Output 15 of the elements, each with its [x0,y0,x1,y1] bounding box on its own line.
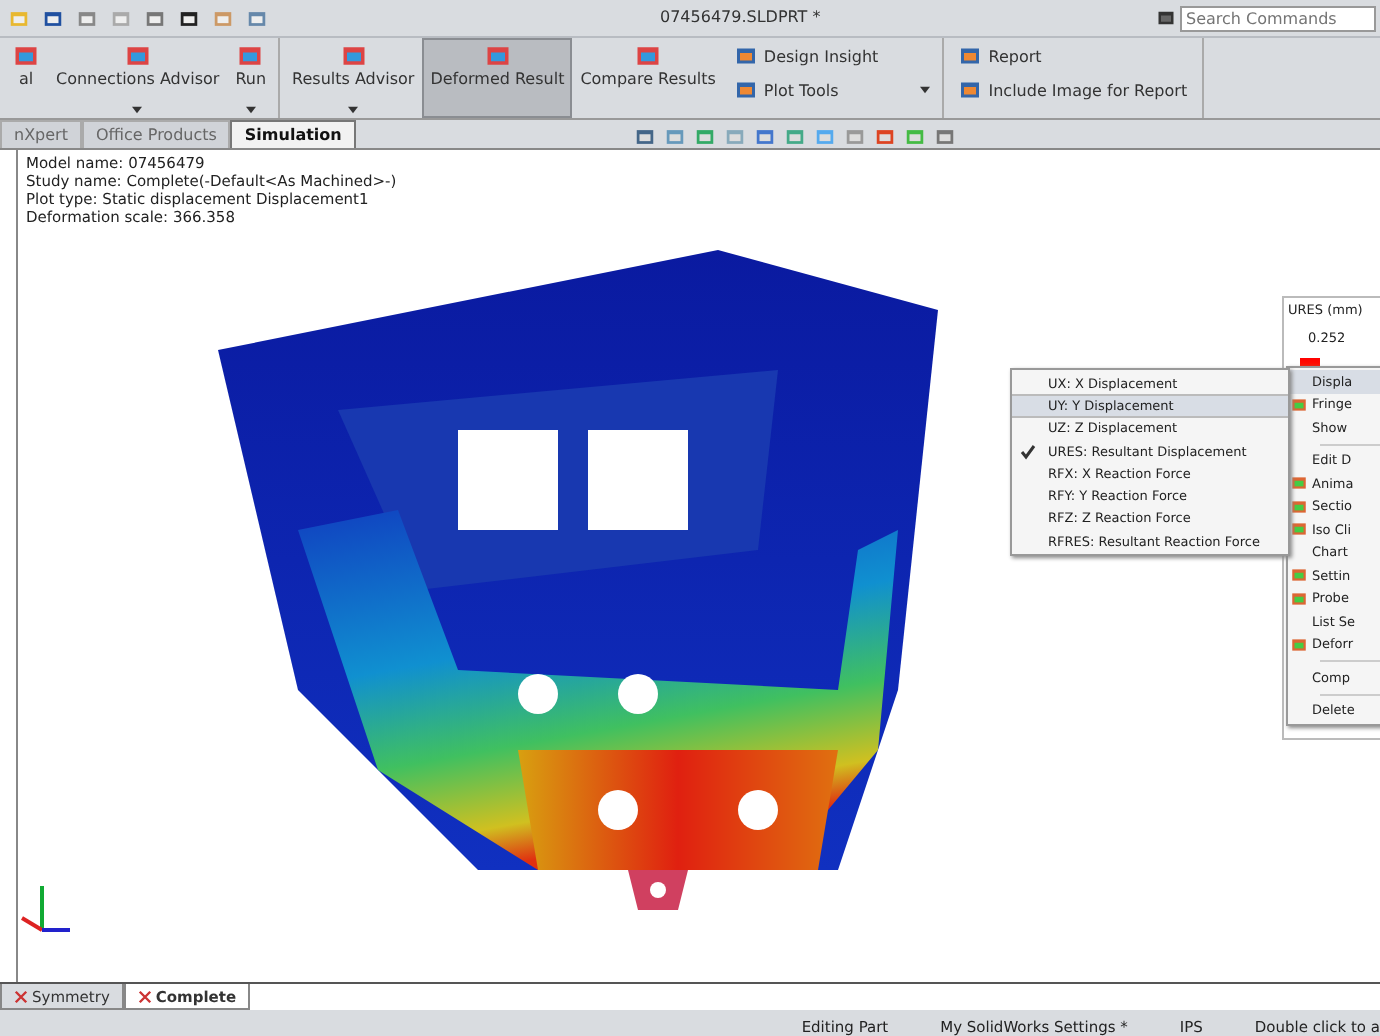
search-field[interactable]: Search Commands [1180,5,1376,31]
ribbon-button[interactable]: Deformed Result [422,38,573,118]
ribbon-button[interactable]: Include Image for Report [956,76,1190,104]
ribbon-button[interactable]: Design Insight [731,42,881,70]
ribbon-tab[interactable]: nXpert [0,120,82,148]
ribbon-button[interactable]: Connections Advisor [48,38,228,118]
ribbon-button[interactable]: Run [227,38,275,118]
ribbon-button[interactable]: Results Advisor [284,38,423,118]
ribbon-button[interactable]: Report [956,42,1044,70]
ribbon-button[interactable]: al [4,38,48,118]
ribbon-button[interactable]: Compare Results [572,38,724,118]
ribbon-tab[interactable]: Office Products [81,120,231,148]
ribbon-tab[interactable]: Simulation [230,120,356,148]
ribbon-button[interactable]: Plot Tools [731,76,841,104]
window-title: 07456479.SLDPRT * [660,8,821,26]
